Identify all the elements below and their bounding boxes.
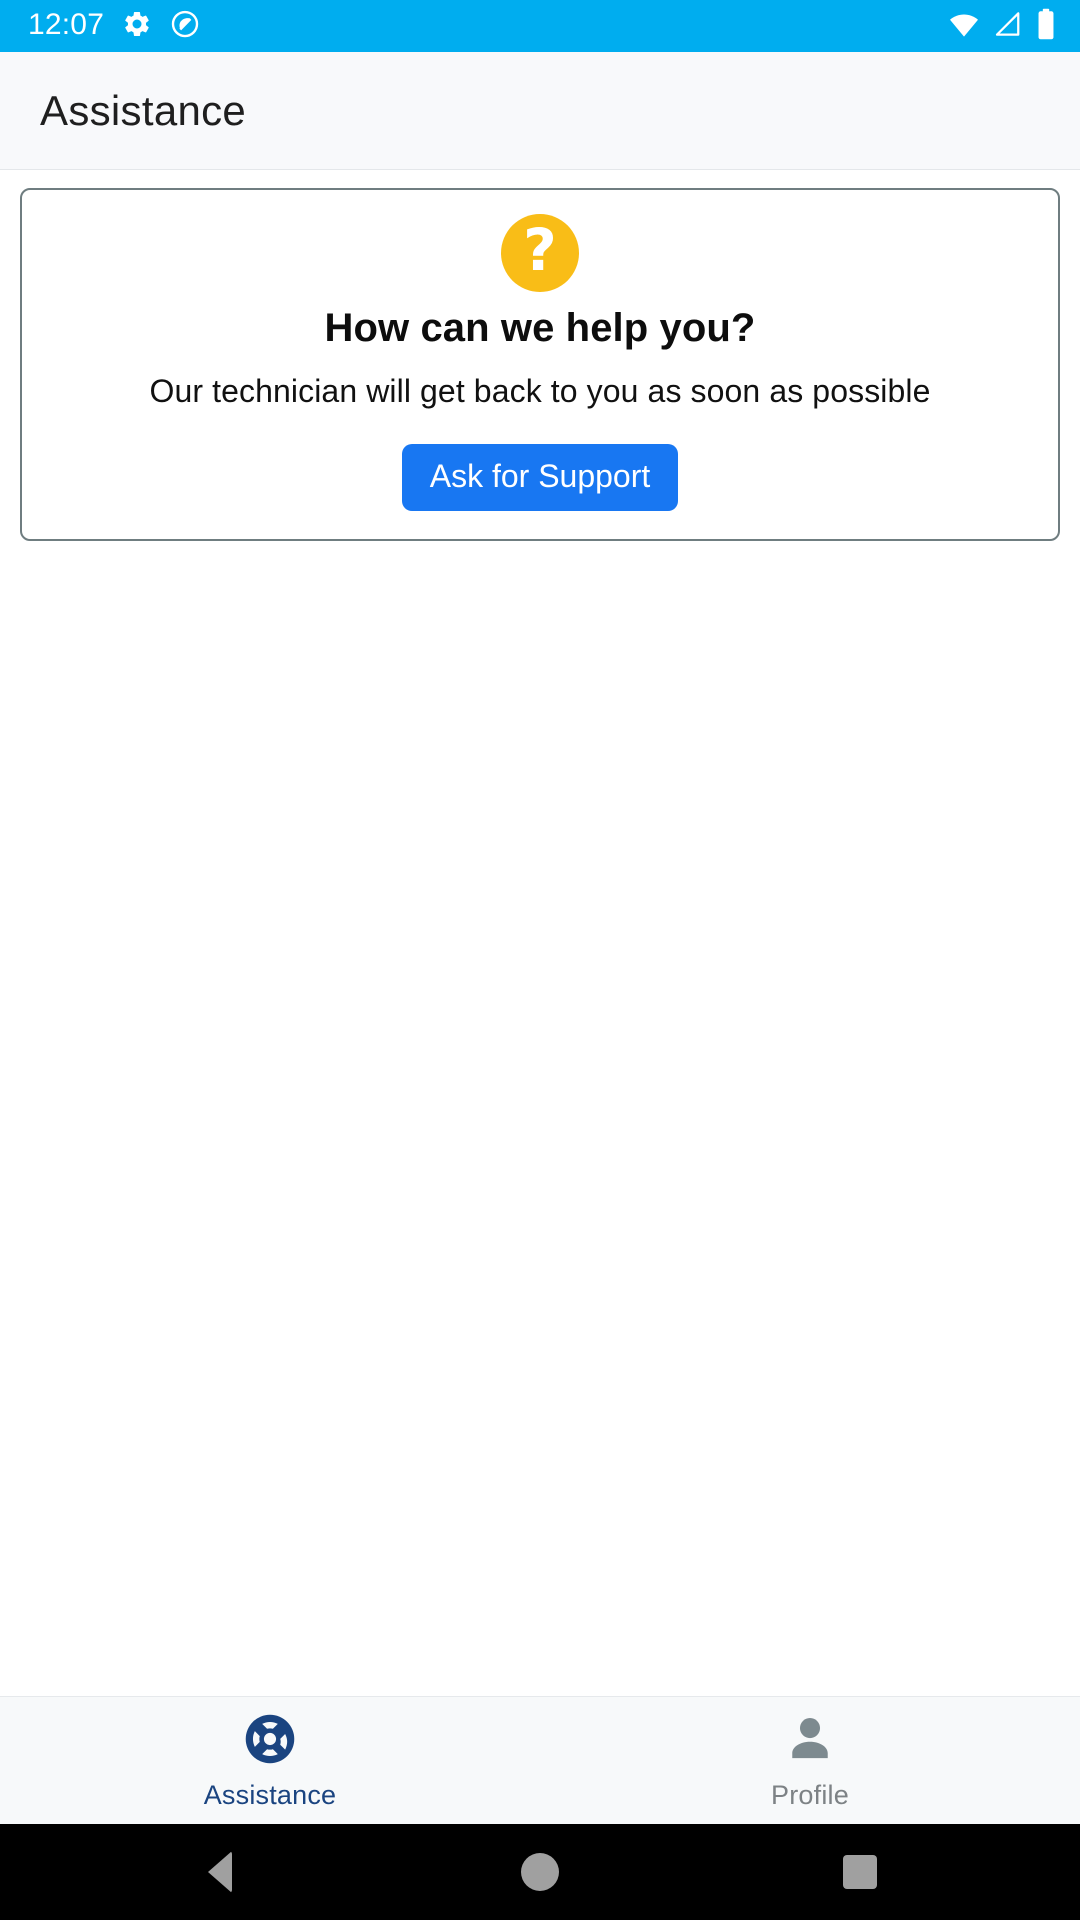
nav-item-profile-label: Profile: [771, 1779, 849, 1810]
battery-icon: [1034, 8, 1058, 45]
help-card-subtitle: Our technician will get back to you as s…: [149, 373, 931, 409]
question-mark-glyph: ?: [523, 216, 557, 284]
bottom-navigation-bar: Assistance Profile: [0, 1696, 1080, 1824]
status-bar-clock: 12:07: [28, 8, 105, 41]
nav-item-assistance[interactable]: Assistance: [0, 1697, 540, 1824]
square-recents-icon: [843, 1855, 877, 1889]
android-system-navigation-bar: [0, 1824, 1080, 1920]
help-card-title: How can we help you?: [324, 306, 756, 350]
back-button[interactable]: [160, 1824, 280, 1920]
home-button[interactable]: [480, 1824, 600, 1920]
nav-item-assistance-label: Assistance: [203, 1779, 337, 1810]
app-bar: Assistance: [0, 52, 1080, 170]
lifebuoy-icon: [242, 1711, 298, 1772]
recents-button[interactable]: [800, 1824, 920, 1920]
do-not-disturb-icon: [170, 9, 200, 44]
help-card: ? How can we help you? Our technician wi…: [20, 188, 1060, 542]
status-bar-right: [948, 8, 1058, 45]
wifi-icon: [948, 8, 980, 45]
main-content: ? How can we help you? Our technician wi…: [0, 170, 1080, 1696]
status-bar-left: 12:07: [28, 9, 200, 44]
question-mark-circle-icon: ?: [501, 214, 579, 292]
page-title: Assistance: [40, 86, 247, 134]
phone-screen: 12:07 Assistance ? How can we help you? …: [0, 0, 1080, 1920]
circle-home-icon: [521, 1853, 559, 1891]
triangle-back-icon: [208, 1851, 232, 1893]
cellular-signal-icon: [992, 9, 1022, 44]
nav-item-profile[interactable]: Profile: [540, 1697, 1080, 1824]
gear-icon: [122, 9, 152, 44]
ask-for-support-button[interactable]: Ask for Support: [401, 444, 679, 512]
person-icon: [782, 1711, 838, 1772]
status-bar: 12:07: [0, 0, 1080, 52]
